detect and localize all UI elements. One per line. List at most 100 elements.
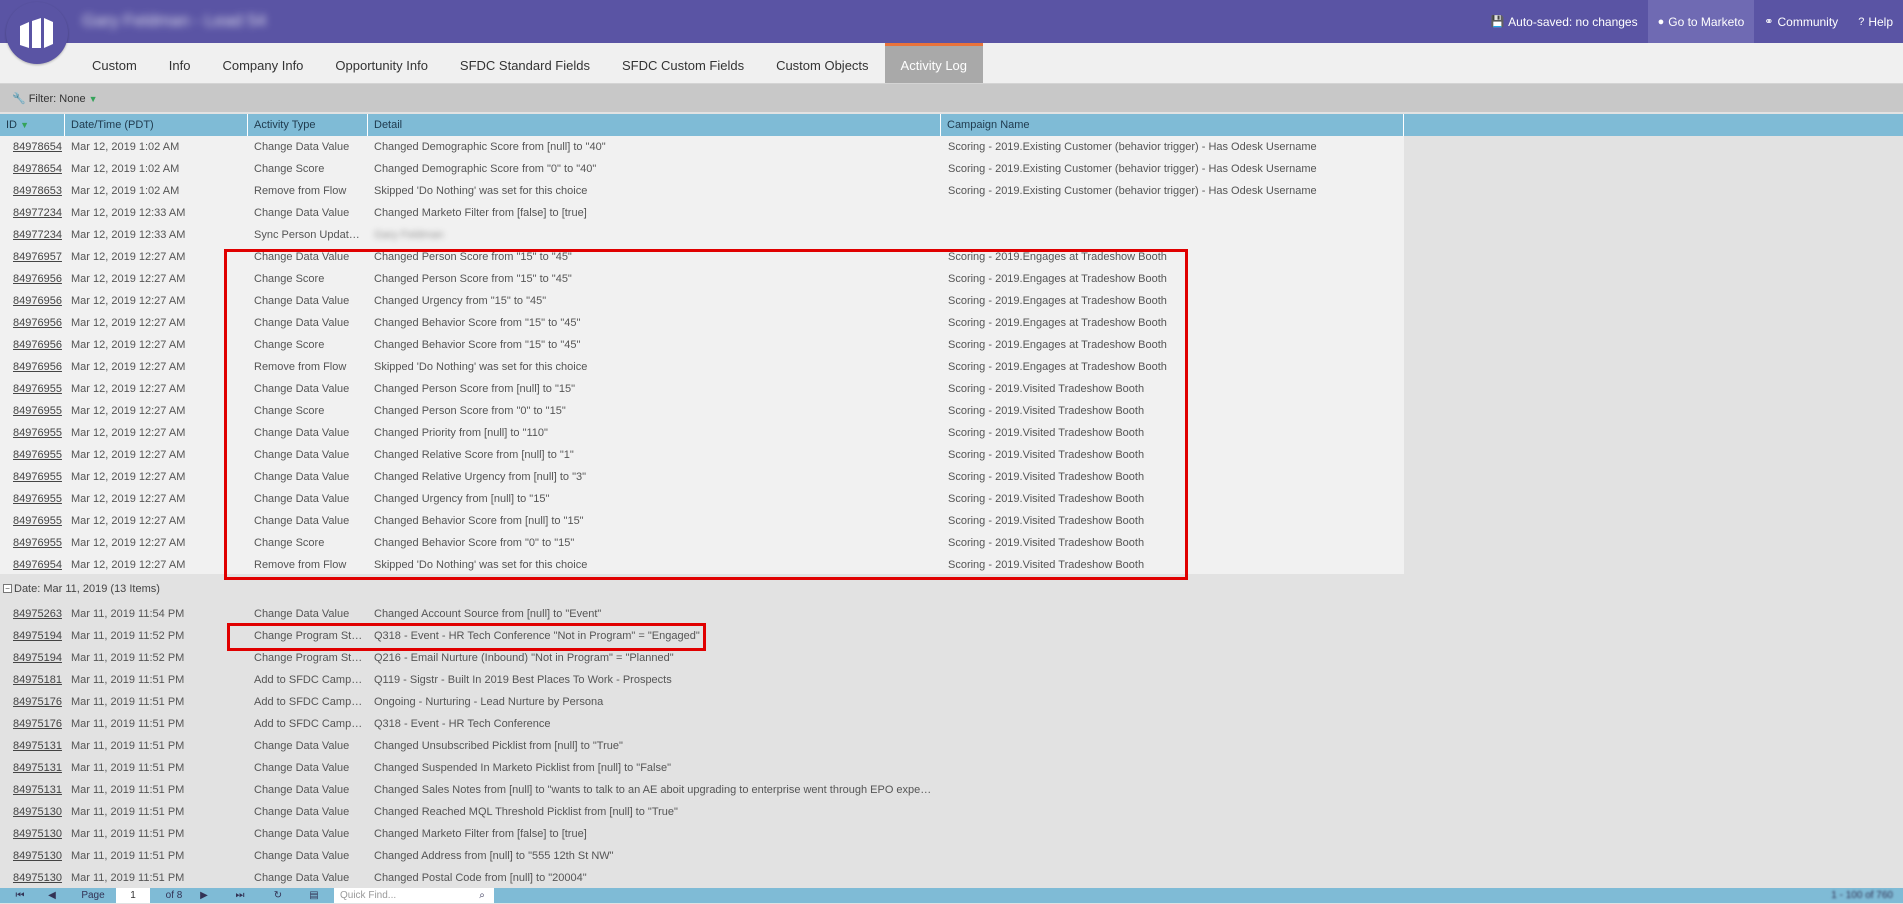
table-row[interactable]: 84976955 Mar 12, 2019 12:27 AM Change Data…	[0, 422, 1404, 444]
activity-id-link[interactable]: 84975130	[13, 845, 66, 867]
activity-id-link[interactable]: 84977234	[13, 202, 66, 224]
table-row[interactable]: 84978654 Mar 12, 2019 1:02 AM Change Score…	[0, 158, 1404, 180]
activity-id-link[interactable]: 84978653	[13, 180, 66, 202]
activity-id-link[interactable]: 84975131	[13, 735, 66, 757]
first-page-icon[interactable]: ⏮	[14, 890, 26, 901]
table-row[interactable]: 84976955 Mar 12, 2019 12:27 AM Change Scor…	[0, 532, 1404, 554]
table-row[interactable]: 84975263 Mar 11, 2019 11:54 PM Change Data…	[0, 603, 1404, 625]
activity-id-link[interactable]: 84976955	[13, 444, 66, 466]
activity-id-link[interactable]: 84975181	[13, 669, 66, 691]
activity-id-link[interactable]: 84976956	[13, 268, 66, 290]
table-row[interactable]: 84976956 Mar 12, 2019 12:27 AM Remove from…	[0, 356, 1404, 378]
table-row[interactable]: 84975130 Mar 11, 2019 11:51 PM Change Data…	[0, 845, 1404, 867]
table-row[interactable]: 84976955 Mar 12, 2019 12:27 AM Change Data…	[0, 466, 1404, 488]
table-row[interactable]: 84976956 Mar 12, 2019 12:27 AM Change Scor…	[0, 334, 1404, 356]
activity-id-link[interactable]: 84975130	[13, 867, 66, 889]
table-row[interactable]: 84977234 Mar 12, 2019 12:33 AM Change Data…	[0, 202, 1404, 224]
activity-detail: Skipped 'Do Nothing' was set for this ch…	[374, 559, 588, 571]
activity-id-link[interactable]: 84976955	[13, 466, 66, 488]
tab-company-info[interactable]: Company Info	[206, 43, 319, 83]
activity-id-link[interactable]: 84978654	[13, 136, 66, 158]
activity-id-link[interactable]: 84976955	[13, 400, 66, 422]
community-button[interactable]: ⚭ Community	[1754, 0, 1848, 43]
activity-id-link[interactable]: 84975176	[13, 691, 66, 713]
table-row[interactable]: 84976955 Mar 12, 2019 12:27 AM Change Data…	[0, 444, 1404, 466]
table-row[interactable]: 84975194 Mar 11, 2019 11:52 PM Change Prog…	[0, 647, 1404, 669]
activity-id-link[interactable]: 84975176	[13, 713, 66, 735]
tab-custom[interactable]: Custom	[76, 43, 153, 83]
activity-id-link[interactable]: 84976955	[13, 422, 66, 444]
table-row[interactable]: 84978654 Mar 12, 2019 1:02 AM Change Data …	[0, 136, 1404, 158]
activity-id-link[interactable]: 84978654	[13, 158, 66, 180]
page-title: Gary Feldman - Lead 54	[82, 11, 267, 30]
go-to-marketo-button[interactable]: ● Go to Marketo	[1647, 0, 1755, 43]
filter-control[interactable]: 🔧 Filter: None ▼	[12, 92, 97, 106]
activity-id-link[interactable]: 84976956	[13, 312, 66, 334]
activity-id-link[interactable]: 84976955	[13, 510, 66, 532]
table-row[interactable]: 84975130 Mar 11, 2019 11:51 PM Change Data…	[0, 823, 1404, 845]
table-row[interactable]: 84975181 Mar 11, 2019 11:51 PM Add to SFDC…	[0, 669, 1404, 691]
table-row[interactable]: 84978653 Mar 12, 2019 1:02 AM Remove from …	[0, 180, 1404, 202]
activity-id-link[interactable]: 84975194	[13, 625, 66, 647]
table-row[interactable]: 84975176 Mar 11, 2019 11:51 PM Add to SFDC…	[0, 713, 1404, 735]
page-input[interactable]: 1	[116, 888, 150, 903]
collapse-icon[interactable]: −	[3, 584, 12, 593]
activity-id-link[interactable]: 84976955	[13, 488, 66, 510]
table-row[interactable]: 84976955 Mar 12, 2019 12:27 AM Change Scor…	[0, 400, 1404, 422]
table-row[interactable]: 84975176 Mar 11, 2019 11:51 PM Add to SFDC…	[0, 691, 1404, 713]
export-icon[interactable]: ▤	[308, 890, 320, 901]
quick-find-input[interactable]: Quick Find...	[334, 888, 494, 903]
column-header-campaign[interactable]: Campaign Name	[941, 114, 1404, 136]
activity-id-link[interactable]: 84975194	[13, 647, 66, 669]
table-row[interactable]: 84976955 Mar 12, 2019 12:27 AM Change Data…	[0, 488, 1404, 510]
column-header-activity-type[interactable]: Activity Type	[248, 114, 368, 136]
activity-id-link[interactable]: 84976957	[13, 246, 66, 268]
tab-activity-log[interactable]: Activity Log	[884, 43, 984, 83]
table-row[interactable]: 84975130 Mar 11, 2019 11:51 PM Change Data…	[0, 867, 1404, 889]
table-row[interactable]: 84975130 Mar 11, 2019 11:51 PM Change Data…	[0, 801, 1404, 823]
table-row[interactable]: 84975194 Mar 11, 2019 11:52 PM Change Prog…	[0, 625, 1404, 647]
table-row[interactable]: 84975131 Mar 11, 2019 11:51 PM Change Data…	[0, 779, 1404, 801]
tab-sfdc-standard-fields[interactable]: SFDC Standard Fields	[444, 43, 606, 83]
activity-datetime: Mar 12, 2019 12:27 AM	[71, 471, 186, 483]
date-group-header[interactable]: − Date: Mar 11, 2019 (13 Items)	[0, 578, 1404, 600]
activity-id-link[interactable]: 84975131	[13, 757, 66, 779]
activity-id-link[interactable]: 84975263	[13, 603, 66, 625]
table-row[interactable]: 84976954 Mar 12, 2019 12:27 AM Remove from…	[0, 554, 1404, 576]
table-row[interactable]: 84976957 Mar 12, 2019 12:27 AM Change Data…	[0, 246, 1404, 268]
activity-id-link[interactable]: 84976956	[13, 334, 66, 356]
tab-sfdc-custom-fields[interactable]: SFDC Custom Fields	[606, 43, 760, 83]
activity-id-link[interactable]: 84976954	[13, 554, 66, 576]
next-page-icon[interactable]: ▶	[198, 890, 210, 901]
table-row[interactable]: 84975131 Mar 11, 2019 11:51 PM Change Data…	[0, 757, 1404, 779]
activity-id-link[interactable]: 84976956	[13, 290, 66, 312]
column-header-datetime[interactable]: Date/Time (PDT)	[65, 114, 248, 136]
activity-id-link[interactable]: 84976955	[13, 532, 66, 554]
refresh-icon[interactable]: ↻	[272, 890, 284, 901]
column-header-detail[interactable]: Detail	[368, 114, 941, 136]
prev-page-icon[interactable]: ◀	[46, 890, 58, 901]
activity-id-link[interactable]: 84975130	[13, 823, 66, 845]
table-row[interactable]: 84976956 Mar 12, 2019 12:27 AM Change Data…	[0, 290, 1404, 312]
marketo-logo[interactable]	[6, 2, 68, 64]
column-header-id[interactable]: ID ▼	[0, 114, 65, 136]
table-row[interactable]: 84976956 Mar 12, 2019 12:27 AM Change Scor…	[0, 268, 1404, 290]
activity-id-link[interactable]: 84975130	[13, 801, 66, 823]
tab-custom-objects[interactable]: Custom Objects	[760, 43, 884, 83]
activity-id-link[interactable]: 84977234	[13, 224, 66, 246]
campaign-name: Scoring - 2019.Visited Tradeshow Booth	[948, 427, 1145, 439]
auto-saved-no-changes-button[interactable]: 💾 Auto-saved: no changes	[1480, 0, 1647, 43]
table-row[interactable]: 84976955 Mar 12, 2019 12:27 AM Change Data…	[0, 510, 1404, 532]
search-icon[interactable]: ⌕	[476, 890, 488, 901]
table-row[interactable]: 84977234 Mar 12, 2019 12:33 AM Sync Person…	[0, 224, 1404, 246]
tab-info[interactable]: Info	[153, 43, 207, 83]
table-row[interactable]: 84976955 Mar 12, 2019 12:27 AM Change Data…	[0, 378, 1404, 400]
last-page-icon[interactable]: ⏭	[234, 890, 246, 901]
help-button[interactable]: ? Help	[1848, 0, 1903, 43]
activity-id-link[interactable]: 84976956	[13, 356, 66, 378]
activity-id-link[interactable]: 84976955	[13, 378, 66, 400]
tab-opportunity-info[interactable]: Opportunity Info	[319, 43, 444, 83]
table-row[interactable]: 84975131 Mar 11, 2019 11:51 PM Change Data…	[0, 735, 1404, 757]
table-row[interactable]: 84976956 Mar 12, 2019 12:27 AM Change Data…	[0, 312, 1404, 334]
activity-id-link[interactable]: 84975131	[13, 779, 66, 801]
